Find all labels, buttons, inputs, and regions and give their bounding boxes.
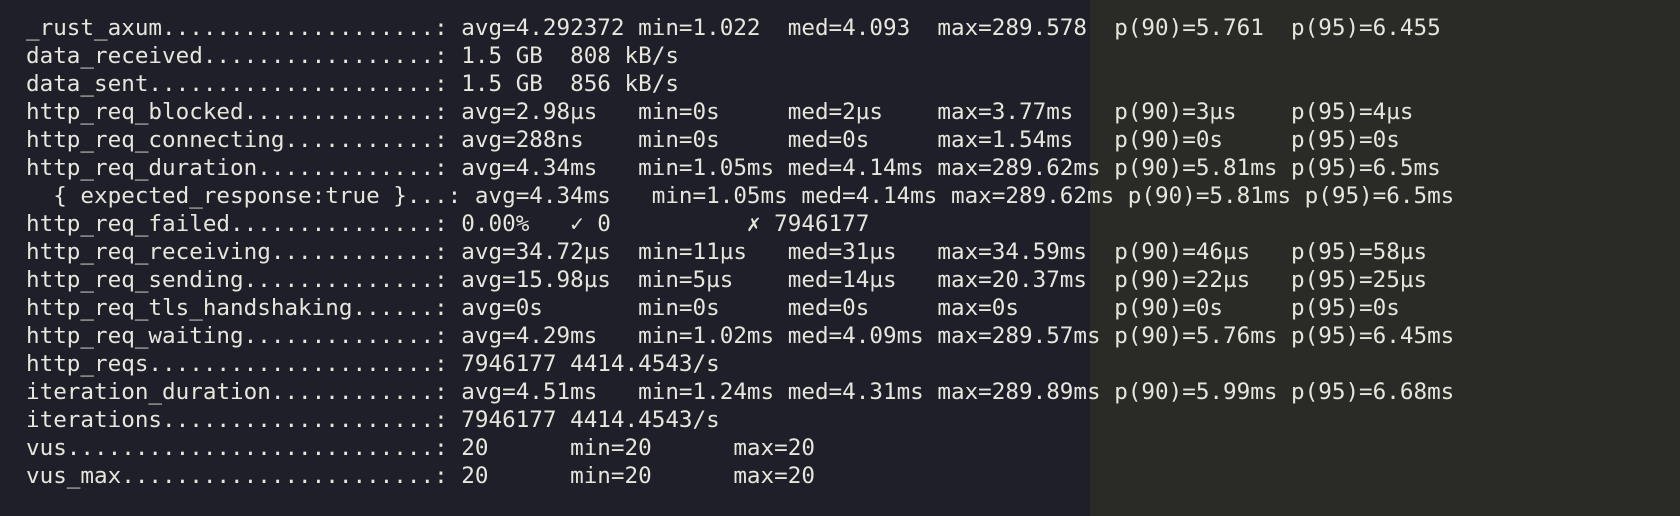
metric-http-req-connecting: http_req_connecting...........: avg=288n… <box>26 127 1400 153</box>
metric-rust-axum: _rust_axum....................: avg=4.29… <box>26 15 1441 41</box>
metric-data-sent: data_sent.....................: 1.5 GB 8… <box>26 71 679 97</box>
metric-http-req-tls-handshaking: http_req_tls_handshaking......: avg=0s m… <box>26 295 1400 321</box>
metric-iteration-duration: iteration_duration............: avg=4.51… <box>26 379 1455 405</box>
metric-http-req-receiving: http_req_receiving............: avg=34.7… <box>26 239 1428 265</box>
terminal-output: _rust_axum....................: avg=4.29… <box>26 14 1666 490</box>
metric-http-req-sending: http_req_sending..............: avg=15.9… <box>26 267 1428 293</box>
metric-http-req-waiting: http_req_waiting..............: avg=4.29… <box>26 323 1455 349</box>
metric-http-reqs: http_reqs.....................: 7946177 … <box>26 351 720 377</box>
metric-http-req-failed: http_req_failed...............: 0.00% ✓ … <box>26 211 870 237</box>
metric-expected-response: { expected_response:true }...: avg=4.34m… <box>26 183 1455 209</box>
metric-iterations: iterations....................: 7946177 … <box>26 407 720 433</box>
metric-http-req-blocked: http_req_blocked..............: avg=2.98… <box>26 99 1414 125</box>
metric-data-received: data_received.................: 1.5 GB 8… <box>26 43 679 69</box>
metric-http-req-duration: http_req_duration.............: avg=4.34… <box>26 155 1441 181</box>
metric-vus: vus...........................: 20 min=2… <box>26 435 815 461</box>
metric-vus-max: vus_max.......................: 20 min=2… <box>26 463 815 489</box>
